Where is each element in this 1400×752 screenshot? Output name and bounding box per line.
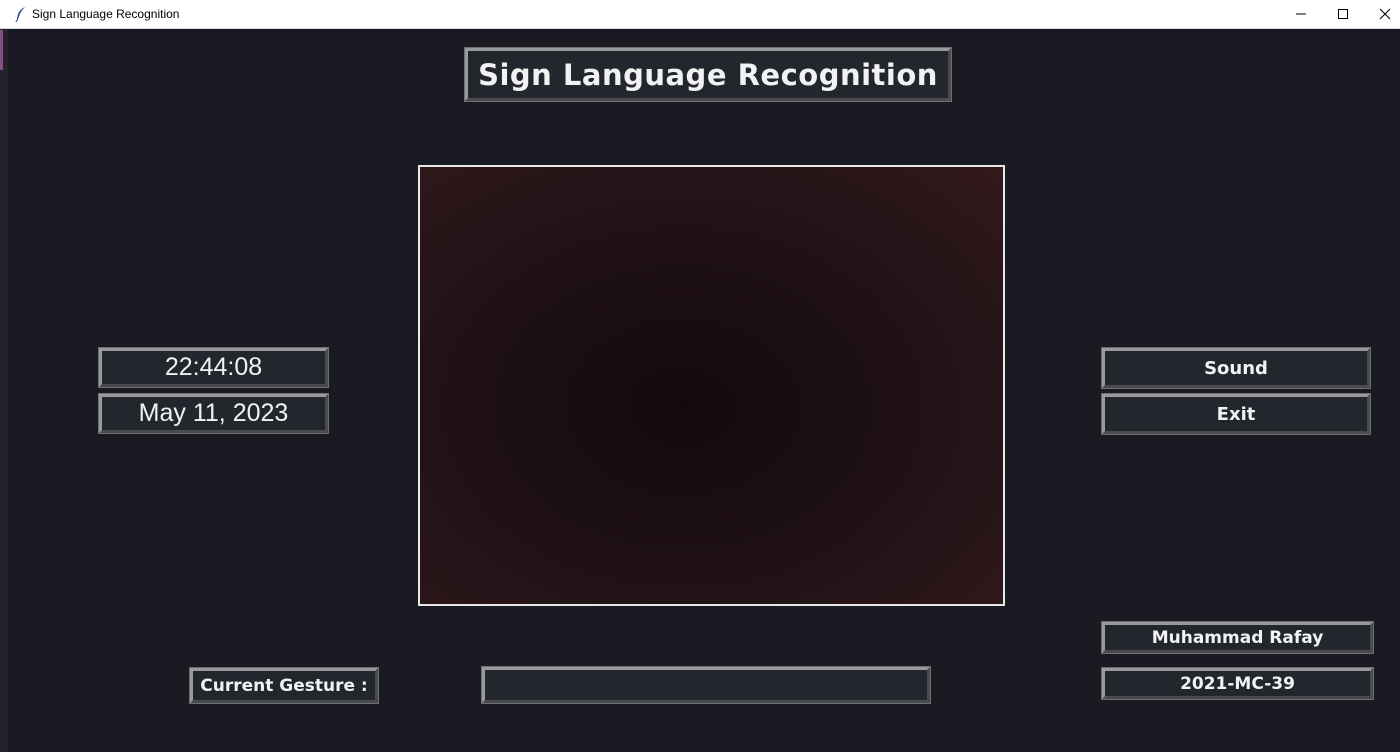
close-button[interactable] xyxy=(1364,0,1400,28)
author-id: 2021-MC-39 xyxy=(1101,667,1374,700)
exit-button[interactable]: Exit xyxy=(1101,393,1371,435)
current-gesture-label: Current Gesture : xyxy=(189,667,379,704)
maximize-button[interactable] xyxy=(1322,0,1364,28)
left-edge-accent xyxy=(0,30,3,70)
camera-feed xyxy=(418,165,1005,606)
minimize-icon xyxy=(1296,13,1306,15)
page-title: Sign Language Recognition xyxy=(464,47,952,102)
close-icon xyxy=(1379,8,1391,20)
maximize-icon xyxy=(1338,9,1348,19)
left-edge-strip xyxy=(0,29,8,752)
title-bar[interactable]: Sign Language Recognition xyxy=(0,0,1400,29)
clock-time: 22:44:08 xyxy=(98,347,329,388)
window-title: Sign Language Recognition xyxy=(32,7,180,21)
sound-button[interactable]: Sound xyxy=(1101,347,1371,389)
feather-icon xyxy=(15,7,25,22)
current-gesture-output xyxy=(481,666,931,704)
app-window: Sign Language Recognition Sign Language … xyxy=(0,0,1400,752)
clock-date: May 11, 2023 xyxy=(98,393,329,434)
minimize-button[interactable] xyxy=(1280,0,1322,28)
author-name: Muhammad Rafay xyxy=(1101,621,1374,654)
